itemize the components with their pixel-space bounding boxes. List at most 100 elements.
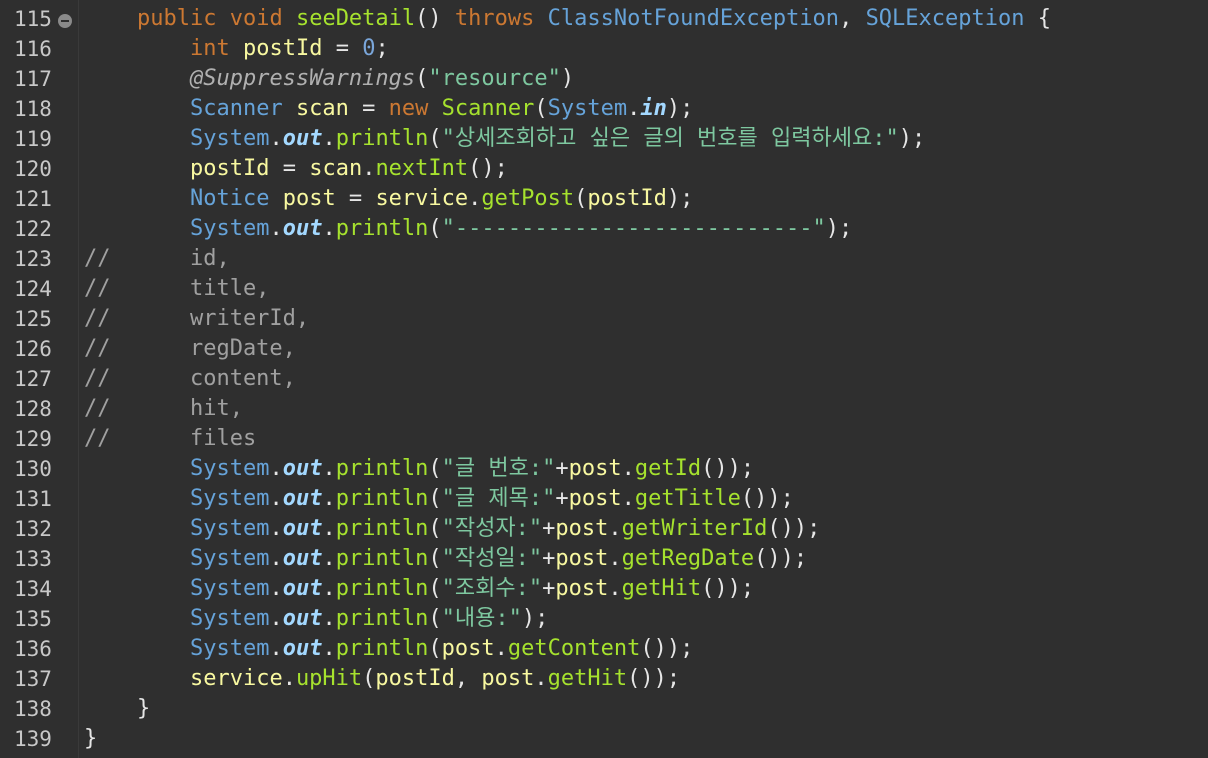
code-line[interactable]: 132 System.out.println("작성자:"+post.getWr… xyxy=(0,514,1208,544)
code-line[interactable]: 122 System.out.println("----------------… xyxy=(0,214,1208,244)
code-token: + xyxy=(555,486,569,511)
line-number: 133 xyxy=(14,547,52,571)
code-line[interactable]: 116 int postId = 0; xyxy=(0,34,1208,64)
code-token: ( xyxy=(362,666,376,691)
code-token: "내용:" xyxy=(441,606,522,631)
code-lines: 115 public void seeDetail() throws Class… xyxy=(0,4,1208,754)
code-token: System xyxy=(189,486,270,511)
code-token: ()); xyxy=(740,486,794,511)
code-token: System xyxy=(189,516,270,541)
code-line[interactable]: 119 System.out.println("상세조회하고 싶은 글의 번호를… xyxy=(0,124,1208,154)
code-token: ); xyxy=(521,606,549,631)
code-line[interactable]: 118 Scanner scan = new Scanner(System.in… xyxy=(0,94,1208,124)
code-token: scan xyxy=(295,96,349,121)
code-token: ( xyxy=(428,216,442,241)
code-token: println xyxy=(335,216,429,241)
code-token: post xyxy=(555,546,609,571)
code-token: getId xyxy=(634,456,702,481)
code-line[interactable]: 139} xyxy=(0,724,1208,754)
fold-collapse-icon[interactable] xyxy=(58,14,72,28)
code-token: } xyxy=(84,726,98,751)
code-text: // hit, xyxy=(84,394,243,424)
code-line[interactable]: 120 postId = scan.nextInt(); xyxy=(0,154,1208,184)
code-token: throws xyxy=(454,6,535,31)
code-token: // regDate, xyxy=(84,336,296,361)
code-token: . xyxy=(608,516,622,541)
code-token: . xyxy=(269,606,283,631)
code-token: } xyxy=(84,696,151,721)
code-token: ( xyxy=(574,186,588,211)
line-number: 139 xyxy=(14,727,52,751)
line-number: 134 xyxy=(14,577,52,601)
code-token: out xyxy=(282,636,323,661)
code-token: getContent xyxy=(507,636,641,661)
code-text: // id, xyxy=(84,244,230,274)
code-text: // title, xyxy=(84,274,269,304)
code-text: } xyxy=(84,724,97,754)
line-number: 124 xyxy=(14,277,52,301)
code-line[interactable]: 125 // writerId, xyxy=(0,304,1208,334)
code-line[interactable]: 138 } xyxy=(0,694,1208,724)
code-token: . xyxy=(269,126,283,151)
code-line[interactable]: 133 System.out.println("작성일:"+post.getRe… xyxy=(0,544,1208,574)
code-token: post xyxy=(568,456,622,481)
code-text: System.out.println("글 번호:"+post.getId())… xyxy=(84,454,754,484)
code-token: = xyxy=(348,96,389,121)
code-token: post xyxy=(555,576,609,601)
code-token: service xyxy=(375,186,469,211)
code-text: // content, xyxy=(84,364,296,394)
code-line[interactable]: 128 // hit, xyxy=(0,394,1208,424)
code-line[interactable]: 136 System.out.println(post.getContent()… xyxy=(0,634,1208,664)
code-token: out xyxy=(282,216,323,241)
code-line[interactable]: 129 // files xyxy=(0,424,1208,454)
code-line[interactable]: 130 System.out.println("글 번호:"+post.getI… xyxy=(0,454,1208,484)
code-editor[interactable]: 115 public void seeDetail() throws Class… xyxy=(0,0,1208,758)
code-line[interactable]: 117 @SuppressWarnings("resource") xyxy=(0,64,1208,94)
code-token: out xyxy=(282,486,323,511)
code-token: ( xyxy=(428,546,442,571)
code-token: "---------------------------" xyxy=(441,216,826,241)
code-token: "작성일:" xyxy=(441,546,543,571)
code-token: System xyxy=(189,636,270,661)
code-text: System.out.println("작성자:"+post.getWriter… xyxy=(84,514,820,544)
code-token: "작성자:" xyxy=(441,516,543,541)
line-number: 131 xyxy=(14,487,52,511)
line-number: 136 xyxy=(14,637,52,661)
code-line[interactable]: 137 service.upHit(postId, post.getHit())… xyxy=(0,664,1208,694)
code-text: System.out.println("조회수:"+post.getHit())… xyxy=(84,574,754,604)
code-token: . xyxy=(322,216,336,241)
code-line[interactable]: 123 // id, xyxy=(0,244,1208,274)
code-token: post xyxy=(555,516,609,541)
code-token: "조회수:" xyxy=(441,576,543,601)
code-line[interactable]: 126 // regDate, xyxy=(0,334,1208,364)
code-line[interactable]: 134 System.out.println("조회수:"+post.getHi… xyxy=(0,574,1208,604)
code-line[interactable]: 124 // title, xyxy=(0,274,1208,304)
code-token: . xyxy=(494,636,508,661)
code-token: , xyxy=(454,666,482,691)
code-text: service.upHit(postId, post.getHit()); xyxy=(84,664,680,694)
code-token: . xyxy=(621,456,635,481)
code-token: System xyxy=(189,606,270,631)
code-token: // files xyxy=(84,426,257,451)
code-line[interactable]: 115 public void seeDetail() throws Class… xyxy=(0,4,1208,34)
code-token: getWriterId xyxy=(621,516,768,541)
code-token: new xyxy=(388,96,429,121)
code-token: out xyxy=(282,516,323,541)
code-token: . xyxy=(362,156,376,181)
code-line[interactable]: 135 System.out.println("내용:"); xyxy=(0,604,1208,634)
code-token: . xyxy=(534,666,548,691)
code-token: . xyxy=(269,216,283,241)
code-line[interactable]: 131 System.out.println("글 제목:"+post.getT… xyxy=(0,484,1208,514)
code-line[interactable]: 127 // content, xyxy=(0,364,1208,394)
line-number: 138 xyxy=(14,697,52,721)
code-token: 0 xyxy=(362,36,376,61)
line-number: 120 xyxy=(14,157,52,181)
code-token: getTitle xyxy=(634,486,741,511)
code-line[interactable]: 121 Notice post = service.getPost(postId… xyxy=(0,184,1208,214)
code-token: . xyxy=(322,126,336,151)
